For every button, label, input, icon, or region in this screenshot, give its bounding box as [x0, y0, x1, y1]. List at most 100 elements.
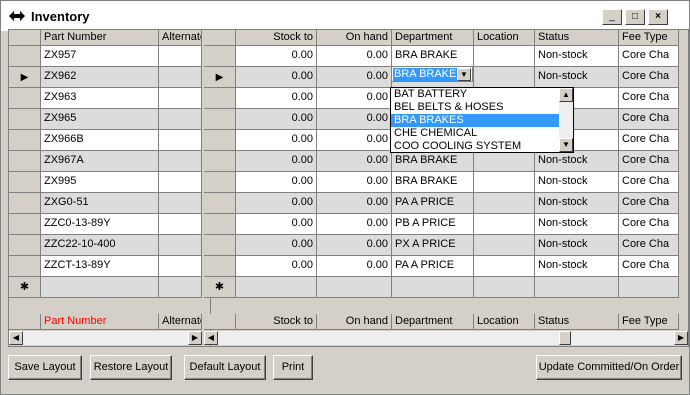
- stock-cell[interactable]: 0.00: [236, 151, 317, 172]
- dept-cell[interactable]: BRA BRAKE: [392, 151, 474, 172]
- row-selector-right[interactable]: [204, 88, 236, 109]
- row-selector[interactable]: [9, 88, 41, 109]
- row-selector-right[interactable]: ▶: [204, 67, 236, 88]
- alternate-cell[interactable]: [159, 172, 202, 193]
- row-selector-right[interactable]: [204, 256, 236, 277]
- onhand-cell[interactable]: 0.00: [317, 67, 392, 88]
- table-row[interactable]: ZX9650.000.00ockCore Cha: [9, 109, 688, 130]
- new-part-cell[interactable]: [41, 277, 159, 298]
- column-header-2[interactable]: Stock to: [236, 30, 317, 46]
- part-number-cell[interactable]: ZXG0-51: [41, 193, 159, 214]
- fee-cell[interactable]: Core Cha: [619, 151, 679, 172]
- row-selector-right[interactable]: [204, 235, 236, 256]
- scroll-right-icon[interactable]: ▶: [674, 331, 688, 345]
- fee-cell[interactable]: Core Cha: [619, 130, 679, 151]
- row-selector[interactable]: [9, 214, 41, 235]
- scroll-up-icon[interactable]: ▲: [559, 88, 573, 102]
- loc-cell[interactable]: [474, 151, 535, 172]
- stock-cell[interactable]: 0.00: [236, 67, 317, 88]
- dept-cell[interactable]: PB A PRICE: [392, 214, 474, 235]
- row-selector[interactable]: [9, 130, 41, 151]
- column-header-0[interactable]: Part Number: [41, 30, 159, 46]
- new-cell[interactable]: [317, 277, 392, 298]
- row-selector[interactable]: ▶: [9, 67, 41, 88]
- row-selector-right[interactable]: [204, 109, 236, 130]
- alternate-cell[interactable]: [159, 67, 202, 88]
- stock-cell[interactable]: 0.00: [236, 214, 317, 235]
- stock-cell[interactable]: 0.00: [236, 109, 317, 130]
- new-row[interactable]: ✱ ✱: [9, 277, 688, 298]
- save-layout-button[interactable]: Save Layout: [8, 355, 82, 380]
- dropdown-scrollbar[interactable]: ▲ ▼: [559, 88, 573, 152]
- alternate-cell[interactable]: [159, 46, 202, 67]
- new-cell[interactable]: [535, 277, 619, 298]
- part-number-cell[interactable]: ZX962: [41, 67, 159, 88]
- column-header-4[interactable]: Department: [392, 30, 474, 46]
- alternate-cell[interactable]: [159, 88, 202, 109]
- dept-cell[interactable]: PA A PRICE: [392, 193, 474, 214]
- onhand-cell[interactable]: 0.00: [317, 235, 392, 256]
- loc-cell[interactable]: [474, 256, 535, 277]
- alternate-cell[interactable]: [159, 109, 202, 130]
- onhand-cell[interactable]: 0.00: [317, 88, 392, 109]
- default-layout-button[interactable]: Default Layout: [184, 355, 266, 380]
- new-cell[interactable]: [392, 277, 474, 298]
- part-number-cell[interactable]: ZZC22-10-400: [41, 235, 159, 256]
- part-number-cell[interactable]: ZX967A: [41, 151, 159, 172]
- table-row[interactable]: ZXG0-51 0.00 0.00 PA A PRICE Non-stock Core C…: [9, 193, 688, 214]
- fee-cell[interactable]: Core Cha: [619, 172, 679, 193]
- table-row[interactable]: ZZCT-13-89Y 0.00 0.00 PA A PRICE Non-stock Co…: [9, 256, 688, 277]
- column-header-1[interactable]: Alternate: [159, 30, 202, 46]
- table-row[interactable]: ZX995 0.00 0.00 BRA BRAKE Non-stock Core Cha: [9, 172, 688, 193]
- onhand-cell[interactable]: 0.00: [317, 256, 392, 277]
- table-row[interactable]: ZX966B0.000.00ockCore Cha: [9, 130, 688, 151]
- maximize-button[interactable]: □: [625, 9, 645, 25]
- row-selector-right[interactable]: [204, 193, 236, 214]
- new-alt-cell[interactable]: [159, 277, 202, 298]
- new-cell[interactable]: [474, 277, 535, 298]
- table-row[interactable]: ZX9630.000.00ockCore Cha: [9, 88, 688, 109]
- part-number-cell[interactable]: ZX957: [41, 46, 159, 67]
- stock-cell[interactable]: 0.00: [236, 256, 317, 277]
- row-selector[interactable]: [9, 235, 41, 256]
- department-dropdown-list[interactable]: BAT BATTERY BEL BELTS & HOSES BRA BRAKES CH…: [390, 87, 574, 153]
- alternate-cell[interactable]: [159, 214, 202, 235]
- dropdown-option[interactable]: BAT BATTERY: [391, 88, 559, 101]
- status-cell[interactable]: Non-stock: [535, 214, 619, 235]
- row-selector[interactable]: [9, 46, 41, 67]
- scroll-right-icon[interactable]: ▶: [188, 331, 202, 345]
- scroll-left-icon[interactable]: ◀: [9, 331, 23, 345]
- department-combo[interactable]: BRA BRAKE ▼: [391, 66, 473, 82]
- part-number-cell[interactable]: ZX963: [41, 88, 159, 109]
- status-cell[interactable]: Non-stock: [535, 235, 619, 256]
- table-row[interactable]: ZZC0-13-89Y 0.00 0.00 PB A PRICE Non-stock Co…: [9, 214, 688, 235]
- row-selector[interactable]: [9, 193, 41, 214]
- fee-cell[interactable]: Core Cha: [619, 88, 679, 109]
- stock-cell[interactable]: 0.00: [236, 130, 317, 151]
- status-cell[interactable]: Non-stock: [535, 172, 619, 193]
- loc-cell[interactable]: [474, 193, 535, 214]
- update-committed-button[interactable]: Update Committed/On Order: [536, 355, 682, 380]
- column-header-5[interactable]: Location: [474, 30, 535, 46]
- status-cell[interactable]: Non-stock: [535, 193, 619, 214]
- loc-cell[interactable]: [474, 67, 535, 88]
- scroll-thumb[interactable]: [559, 331, 571, 345]
- fee-cell[interactable]: Core Cha: [619, 256, 679, 277]
- part-number-cell[interactable]: ZZC0-13-89Y: [41, 214, 159, 235]
- row-selector-right[interactable]: [204, 46, 236, 67]
- row-selector-right[interactable]: [204, 214, 236, 235]
- row-selector-right[interactable]: [204, 130, 236, 151]
- onhand-cell[interactable]: 0.00: [317, 193, 392, 214]
- new-cell[interactable]: [619, 277, 679, 298]
- dropdown-option[interactable]: COO COOLING SYSTEM: [391, 140, 559, 153]
- row-selector[interactable]: [9, 109, 41, 130]
- alternate-cell[interactable]: [159, 130, 202, 151]
- table-row[interactable]: ▶ZX962▶0.000.00BRA BRAKENon-stockCore Ch…: [9, 67, 688, 88]
- dept-cell[interactable]: PA A PRICE: [392, 256, 474, 277]
- fee-cell[interactable]: Core Cha: [619, 235, 679, 256]
- dept-cell[interactable]: BRA BRAKE: [392, 172, 474, 193]
- fee-cell[interactable]: Core Cha: [619, 214, 679, 235]
- table-row[interactable]: ZZC22-10-400 0.00 0.00 PX A PRICE Non-stock C…: [9, 235, 688, 256]
- scroll-left-icon[interactable]: ◀: [204, 331, 218, 345]
- status-cell[interactable]: Non-stock: [535, 151, 619, 172]
